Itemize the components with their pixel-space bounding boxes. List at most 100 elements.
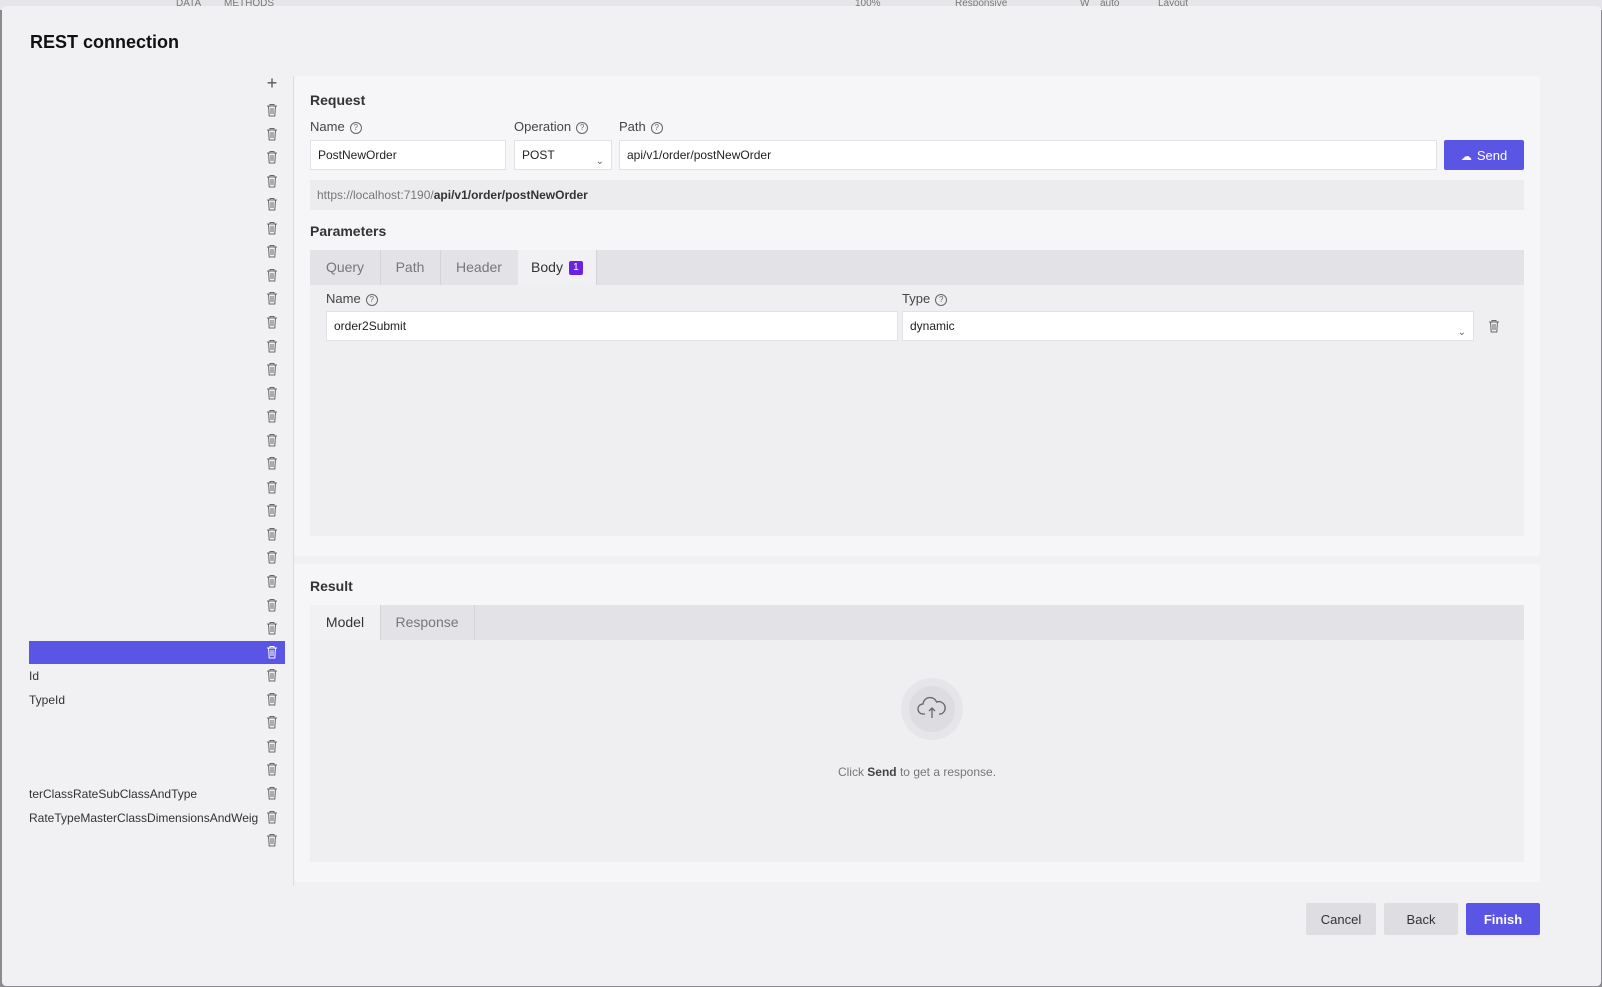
trash-icon[interactable] [1488, 319, 1500, 333]
field-row[interactable] [29, 311, 285, 334]
chevron-down-icon: ⌄ [1457, 327, 1466, 338]
param-type-select[interactable]: dynamic ⌄ [902, 311, 1474, 341]
field-row[interactable] [29, 382, 285, 405]
field-row[interactable]: Id [29, 664, 285, 687]
field-row[interactable]: TypeId [29, 688, 285, 711]
field-row[interactable] [29, 735, 285, 758]
finish-button[interactable]: Finish [1466, 903, 1540, 935]
trash-icon[interactable] [266, 621, 278, 635]
trash-icon[interactable] [266, 786, 278, 800]
model-field-list: + Id TypeId terClassRateSubClassAndType Rat… [29, 74, 294, 886]
result-panel: Result Model Response Click Send to get … [294, 564, 1540, 882]
trash-icon[interactable] [266, 480, 278, 494]
trash-icon[interactable] [266, 503, 278, 517]
trash-icon[interactable] [266, 315, 278, 329]
field-row[interactable] [29, 570, 285, 593]
field-row[interactable] [29, 193, 285, 216]
field-row[interactable] [29, 146, 285, 169]
trash-icon[interactable] [266, 692, 278, 706]
trash-icon[interactable] [266, 244, 278, 258]
field-row[interactable]: RateTypeMasterClassDimensionsAndWeight [29, 806, 285, 829]
field-row[interactable] [29, 711, 285, 734]
operation-value: POST [522, 148, 555, 162]
field-row[interactable] [29, 358, 285, 381]
field-row[interactable] [29, 452, 285, 475]
name-input[interactable]: PostNewOrder [310, 140, 506, 170]
help-icon[interactable]: ? [349, 122, 362, 134]
trash-icon[interactable] [266, 268, 278, 282]
send-button[interactable]: ☁ Send [1444, 140, 1524, 170]
tab-response[interactable]: Response [380, 605, 475, 640]
trash-icon[interactable] [266, 291, 278, 305]
field-row[interactable] [29, 546, 285, 569]
tab-query[interactable]: Query [310, 250, 381, 285]
field-row[interactable] [29, 405, 285, 428]
help-icon[interactable]: ? [365, 294, 378, 306]
trash-icon[interactable] [266, 409, 278, 423]
parameter-tabs: Query Path Header Body 1 [310, 250, 1524, 285]
tab-path[interactable]: Path [380, 250, 441, 285]
field-row[interactable] [29, 264, 285, 287]
field-row[interactable] [29, 523, 285, 546]
field-row[interactable] [29, 617, 285, 640]
field-row[interactable] [29, 429, 285, 452]
tab-model[interactable]: Model [310, 605, 381, 640]
help-icon[interactable]: ? [935, 294, 948, 306]
help-icon[interactable]: ? [650, 122, 663, 134]
path-input[interactable]: api/v1/order/postNewOrder [619, 140, 1437, 170]
field-row[interactable] [29, 170, 285, 193]
operation-select[interactable]: POST ⌄ [514, 140, 612, 170]
field-row[interactable] [29, 640, 285, 664]
trash-icon[interactable] [266, 362, 278, 376]
trash-icon[interactable] [266, 715, 278, 729]
field-row[interactable] [29, 758, 285, 781]
field-row[interactable] [29, 499, 285, 522]
trash-icon[interactable] [266, 386, 278, 400]
trash-icon[interactable] [266, 598, 278, 612]
field-row-label: RateTypeMasterClassDimensionsAndWeight [29, 810, 259, 825]
field-row[interactable] [29, 123, 285, 146]
result-tab-content: Click Send to get a response. [310, 640, 1524, 862]
body-tab-content: Name? Type? order2Submit dynamic ⌄ [310, 285, 1524, 536]
field-row[interactable] [29, 594, 285, 617]
trash-icon[interactable] [266, 197, 278, 211]
trash-icon[interactable] [266, 527, 278, 541]
tab-header[interactable]: Header [440, 250, 519, 285]
cancel-button[interactable]: Cancel [1306, 903, 1376, 935]
field-row[interactable] [29, 829, 285, 852]
tab-body[interactable]: Body 1 [518, 250, 597, 285]
trash-icon[interactable] [266, 762, 278, 776]
trash-icon[interactable] [266, 127, 278, 141]
back-button[interactable]: Back [1384, 903, 1458, 935]
trash-icon[interactable] [266, 339, 278, 353]
plus-icon[interactable]: + [265, 74, 279, 92]
field-row[interactable] [29, 335, 285, 358]
trash-icon[interactable] [266, 739, 278, 753]
param-name-label: Name? [326, 291, 378, 306]
result-heading: Result [310, 578, 353, 594]
trash-icon[interactable] [266, 221, 278, 235]
cloud-upload-icon: ☁ [1460, 150, 1472, 163]
trash-icon[interactable] [266, 174, 278, 188]
trash-icon[interactable] [266, 103, 278, 117]
trash-icon[interactable] [266, 645, 278, 659]
field-row-label: TypeId [29, 692, 66, 707]
field-row-label: Id [29, 669, 40, 684]
field-row[interactable] [29, 99, 285, 122]
trash-icon[interactable] [266, 150, 278, 164]
field-row[interactable] [29, 287, 285, 310]
trash-icon[interactable] [266, 833, 278, 847]
field-row[interactable] [29, 217, 285, 240]
trash-icon[interactable] [266, 574, 278, 588]
param-name-input[interactable]: order2Submit [326, 311, 898, 341]
field-row[interactable]: terClassRateSubClassAndType [29, 782, 285, 805]
field-row[interactable] [29, 476, 285, 499]
cloud-upload-icon [909, 686, 955, 732]
trash-icon[interactable] [266, 433, 278, 447]
trash-icon[interactable] [266, 810, 278, 824]
help-icon[interactable]: ? [576, 122, 589, 134]
trash-icon[interactable] [266, 668, 278, 682]
field-row[interactable] [29, 240, 285, 263]
trash-icon[interactable] [266, 456, 278, 470]
trash-icon[interactable] [266, 550, 278, 564]
